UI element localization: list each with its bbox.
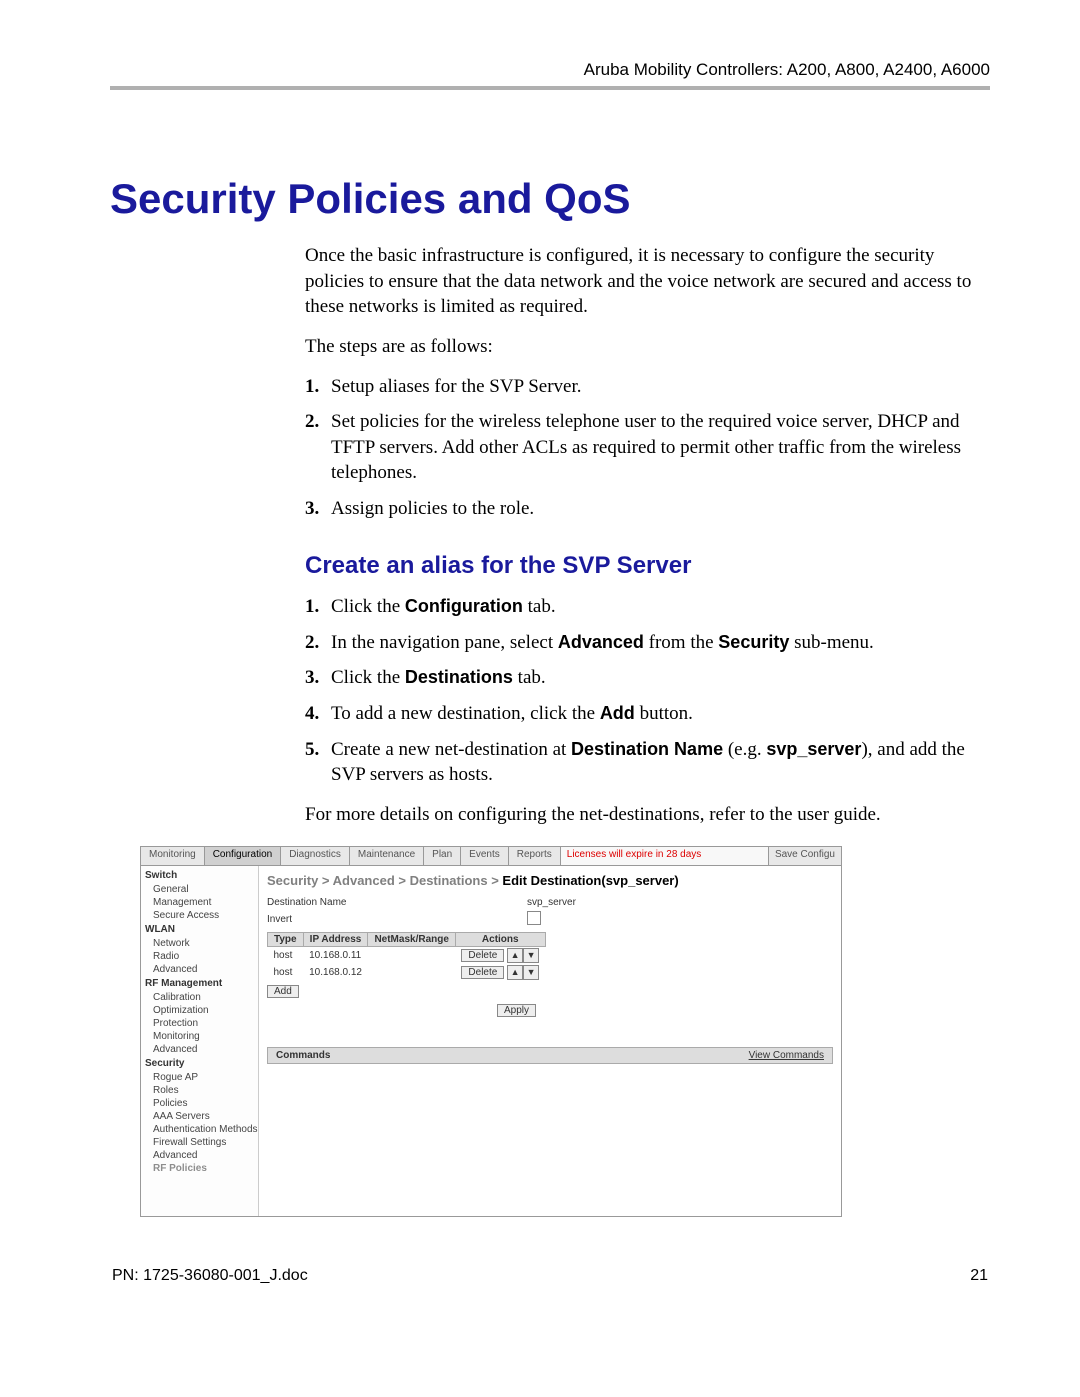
tab-diagnostics[interactable]: Diagnostics: [281, 847, 350, 865]
step-text: To add a new destination, click the Add …: [331, 701, 990, 727]
part-number: PN: 1725-36080-001_J.doc: [112, 1267, 308, 1285]
sidebar-item-rogue-ap[interactable]: Rogue AP: [141, 1071, 258, 1084]
cell-mask: [368, 946, 455, 964]
steps-lead: The steps are as follows:: [305, 334, 990, 360]
sidebar-item-rf-policies[interactable]: RF Policies: [141, 1162, 258, 1172]
col-type: Type: [268, 932, 304, 946]
cell-type: host: [268, 964, 304, 981]
breadcrumb: Security > Advanced > Destinations > Edi…: [267, 870, 833, 894]
step-text: Click the Destinations tab.: [331, 665, 990, 691]
main-steps-list: 1.Setup aliases for the SVP Server. 2.Se…: [305, 374, 990, 522]
sidebar-item-calibration[interactable]: Calibration: [141, 991, 258, 1004]
page-title: Security Policies and QoS: [110, 175, 990, 223]
delete-button[interactable]: Delete: [461, 966, 504, 979]
tab-plan[interactable]: Plan: [424, 847, 461, 865]
step-number: 1.: [305, 374, 331, 400]
apply-button[interactable]: Apply: [497, 1004, 536, 1017]
dest-name-value: svp_server: [527, 897, 576, 908]
invert-checkbox[interactable]: [527, 911, 541, 925]
delete-button[interactable]: Delete: [461, 949, 504, 962]
commands-label: Commands: [276, 1050, 330, 1061]
sidebar-item-advanced-rf[interactable]: Advanced: [141, 1043, 258, 1056]
cell-mask: [368, 964, 455, 981]
step-number: 3.: [305, 496, 331, 522]
step-text: Click the Configuration tab.: [331, 594, 990, 620]
sidebar-item-advanced-sec[interactable]: Advanced: [141, 1149, 258, 1162]
step-text: Create a new net-destination at Destinat…: [331, 737, 990, 788]
page-number: 21: [970, 1267, 988, 1285]
sidebar-item-general[interactable]: General: [141, 883, 258, 896]
step-number: 2.: [305, 630, 331, 656]
step-text: Set policies for the wireless telephone …: [331, 409, 990, 486]
sidebar-item-firewall[interactable]: Firewall Settings: [141, 1136, 258, 1149]
sidebar-item-policies[interactable]: Policies: [141, 1097, 258, 1110]
step-number: 1.: [305, 594, 331, 620]
sidebar-head-switch: Switch: [141, 868, 258, 883]
step-number: 5.: [305, 737, 331, 788]
view-commands-link[interactable]: View Commands: [749, 1050, 824, 1061]
step-number: 2.: [305, 409, 331, 486]
sidebar-item-network[interactable]: Network: [141, 937, 258, 950]
sub-heading: Create an alias for the SVP Server: [305, 550, 990, 582]
page-footer: PN: 1725-36080-001_J.doc 21: [110, 1267, 990, 1285]
license-warning: Licenses will expire in 28 days: [561, 847, 769, 865]
step-text: Assign policies to the role.: [331, 496, 990, 522]
step-number: 4.: [305, 701, 331, 727]
top-tabs: Monitoring Configuration Diagnostics Mai…: [141, 847, 841, 866]
step-text: In the navigation pane, select Advanced …: [331, 630, 990, 656]
sidebar-item-roles[interactable]: Roles: [141, 1084, 258, 1097]
cell-ip: 10.168.0.12: [303, 964, 368, 981]
sidebar-item-protection[interactable]: Protection: [141, 1017, 258, 1030]
sub-steps-list: 1.Click the Configuration tab. 2.In the …: [305, 594, 990, 788]
destinations-table: Type IP Address NetMask/Range Actions ho…: [267, 932, 546, 981]
document-header: Aruba Mobility Controllers: A200, A800, …: [110, 60, 990, 90]
save-config-button[interactable]: Save Configu: [769, 847, 841, 865]
sidebar-head-rf: RF Management: [141, 976, 258, 991]
closing-paragraph: For more details on configuring the net-…: [305, 802, 990, 828]
sidebar-item-optimization[interactable]: Optimization: [141, 1004, 258, 1017]
sidebar-head-security: Security: [141, 1056, 258, 1071]
move-up-icon[interactable]: ▲: [507, 948, 523, 963]
sidebar-item-secure-access[interactable]: Secure Access: [141, 909, 258, 922]
tab-maintenance[interactable]: Maintenance: [350, 847, 424, 865]
col-mask: NetMask/Range: [368, 932, 455, 946]
sidebar: Switch General Management Secure Access …: [141, 866, 259, 1216]
step-text: Setup aliases for the SVP Server.: [331, 374, 990, 400]
add-button[interactable]: Add: [267, 985, 299, 998]
cell-ip: 10.168.0.11: [303, 946, 368, 964]
commands-bar: Commands View Commands: [267, 1047, 833, 1064]
sidebar-head-wlan: WLAN: [141, 922, 258, 937]
tab-events[interactable]: Events: [461, 847, 509, 865]
table-row: host 10.168.0.12 Delete ▲▼: [268, 964, 546, 981]
embedded-screenshot: Monitoring Configuration Diagnostics Mai…: [140, 846, 842, 1217]
sidebar-item-auth-methods[interactable]: Authentication Methods: [141, 1123, 258, 1136]
move-down-icon[interactable]: ▼: [523, 965, 539, 980]
header-right-text: Aruba Mobility Controllers: A200, A800, …: [110, 60, 990, 80]
tab-monitoring[interactable]: Monitoring: [141, 847, 205, 865]
cell-type: host: [268, 946, 304, 964]
tab-reports[interactable]: Reports: [509, 847, 561, 865]
step-number: 3.: [305, 665, 331, 691]
intro-paragraph: Once the basic infrastructure is configu…: [305, 243, 990, 320]
dest-name-label: Destination Name: [267, 897, 527, 908]
sidebar-item-radio[interactable]: Radio: [141, 950, 258, 963]
sidebar-item-management[interactable]: Management: [141, 896, 258, 909]
table-row: host 10.168.0.11 Delete ▲▼: [268, 946, 546, 964]
col-ip: IP Address: [303, 932, 368, 946]
col-actions: Actions: [455, 932, 545, 946]
move-down-icon[interactable]: ▼: [523, 948, 539, 963]
sidebar-item-aaa-servers[interactable]: AAA Servers: [141, 1110, 258, 1123]
tab-configuration[interactable]: Configuration: [205, 847, 281, 865]
move-up-icon[interactable]: ▲: [507, 965, 523, 980]
invert-label: Invert: [267, 914, 527, 925]
sidebar-item-advanced-wlan[interactable]: Advanced: [141, 963, 258, 976]
sidebar-item-monitoring[interactable]: Monitoring: [141, 1030, 258, 1043]
main-panel: Security > Advanced > Destinations > Edi…: [259, 866, 841, 1216]
